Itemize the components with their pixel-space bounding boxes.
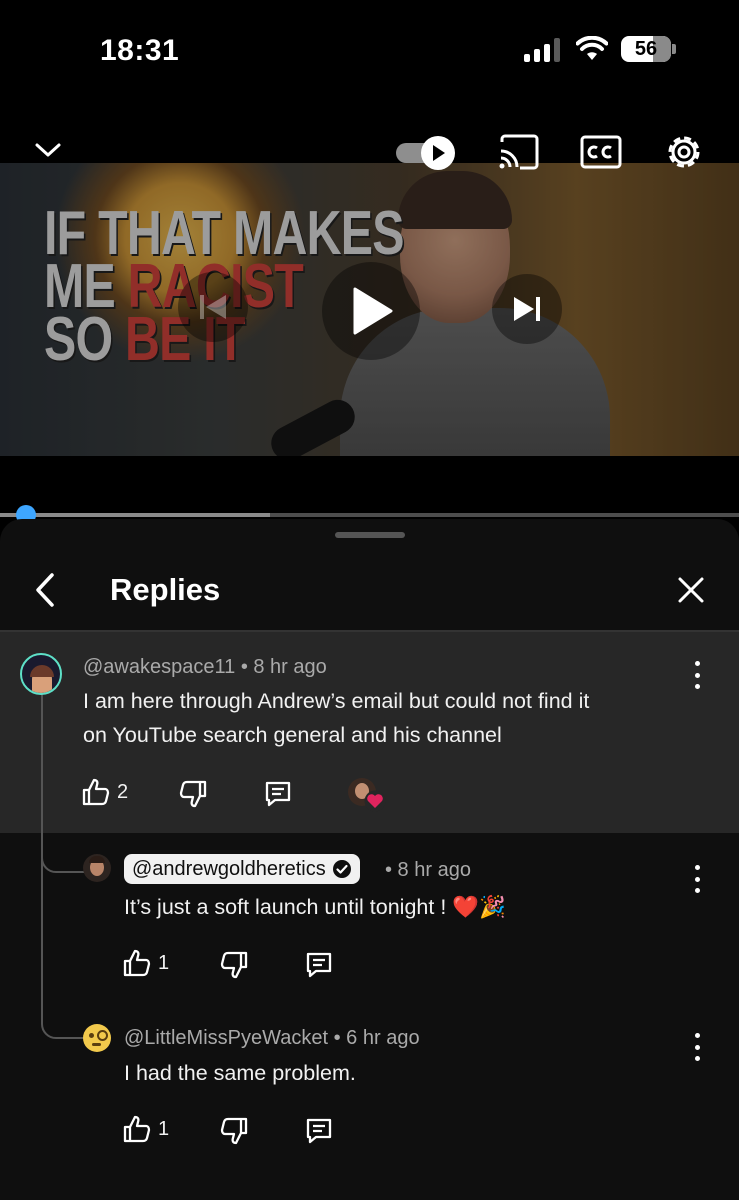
thread-connector [41,1006,85,1039]
status-time: 18:31 [100,34,180,67]
dislike-icon[interactable] [219,950,249,980]
play-button[interactable] [322,262,420,360]
like-icon[interactable] [81,777,111,807]
play-icon [353,287,393,335]
reply-icon[interactable] [304,1116,334,1146]
author-chip[interactable]: @andrewgoldheretics [124,854,360,884]
like-icon[interactable] [122,948,152,978]
comment-meta: @awakespace11 • 8 hr ago [83,656,327,679]
more-options-icon[interactable] [694,1033,700,1061]
comment-meta: @LittleMissPyeWacket • 6 hr ago [124,1027,420,1050]
thread-connector [41,840,85,873]
reply-icon[interactable] [304,950,334,980]
cast-icon[interactable] [498,134,540,170]
comment-author[interactable]: @andrewgoldheretics [132,854,326,884]
like-count: 2 [117,781,129,803]
next-button[interactable] [492,274,562,344]
more-options-icon[interactable] [694,661,700,689]
previous-button[interactable] [178,272,248,342]
comment-text: I had the same problem. [124,1061,356,1085]
autoplay-toggle-icon[interactable] [394,134,460,172]
chevron-down-icon[interactable] [34,140,62,160]
cellular-signal-icon [524,38,560,62]
battery-cap [672,44,676,54]
replies-sheet [0,519,739,1200]
like-count: 1 [158,1118,170,1140]
comment-text: It’s just a soft launch until tonight ! … [124,890,506,925]
like-count: 1 [158,952,170,974]
sheet-drag-handle[interactable] [335,532,405,538]
commenter-avatar[interactable] [83,854,111,882]
progress-buffer [0,513,270,517]
reply-icon[interactable] [263,779,293,809]
comment-time: • 8 hr ago [240,656,327,678]
comment-emoji: ❤️🎉 [452,895,506,920]
back-arrow-icon[interactable] [32,572,58,608]
sheet-title: Replies [110,572,221,607]
close-icon[interactable] [676,575,706,605]
comment-time: • 8 hr ago [385,859,471,881]
wifi-icon [576,36,608,60]
comment-author[interactable]: @awakespace11 [83,656,235,678]
comment-text-line: I am here through Andrew’s email but cou… [83,689,590,713]
next-icon [514,297,540,321]
commenter-avatar[interactable] [83,1024,111,1052]
heart-icon [364,790,386,812]
comment-text: I am here through Andrew’s email but cou… [83,684,589,752]
like-icon[interactable] [122,1114,152,1144]
verified-check-icon [332,860,351,878]
comment-time: • 6 hr ago [333,1027,420,1049]
previous-icon [200,295,226,319]
dislike-icon[interactable] [178,779,208,809]
dislike-icon[interactable] [219,1116,249,1146]
commenter-avatar[interactable] [20,653,62,695]
more-options-icon[interactable] [694,865,700,893]
comment-text-line: It’s just a soft launch until tonight ! [124,895,447,919]
settings-gear-icon[interactable] [664,132,704,172]
cc-icon[interactable] [580,134,622,170]
comment-author[interactable]: @LittleMissPyeWacket [124,1027,328,1049]
comment-text-line: on YouTube search general and his channe… [83,723,502,747]
battery-level: 56 [634,38,658,60]
